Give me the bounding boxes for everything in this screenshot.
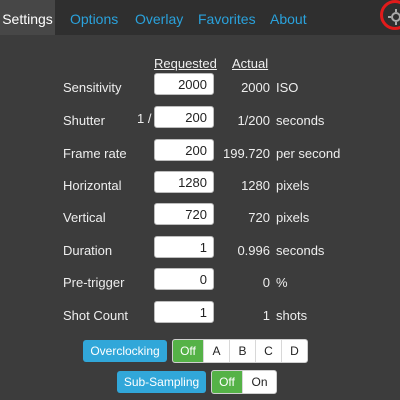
tab-overlay[interactable]: Overlay <box>135 0 183 35</box>
vertical-actual: 720 <box>248 210 270 225</box>
duration-actual: 0.996 <box>237 243 270 258</box>
vertical-label: Vertical <box>63 210 106 225</box>
shutter-actual: 1/200 <box>237 113 270 128</box>
tab-settings[interactable]: Settings <box>0 0 55 35</box>
shot-count-actual: 1 <box>262 308 270 323</box>
sensitivity-label: Sensitivity <box>63 80 122 95</box>
shutter-input[interactable]: 200 <box>154 106 214 128</box>
overclocking-option-off[interactable]: Off <box>173 340 203 362</box>
pre-trigger-actual: 0 <box>262 275 270 290</box>
highlight-circle <box>380 0 400 30</box>
shot-count-label: Shot Count <box>63 308 129 323</box>
shutter-label: Shutter <box>63 113 105 128</box>
shot-count-input[interactable]: 1 <box>154 301 214 323</box>
frame-rate-actual: 199.720 <box>223 146 270 161</box>
sensitivity-actual: 2000 <box>241 80 270 95</box>
sub-sampling-option-off[interactable]: Off <box>212 371 242 393</box>
duration-input[interactable]: 1 <box>154 236 214 258</box>
sensitivity-unit: ISO <box>276 80 299 95</box>
duration-unit: seconds <box>276 243 325 258</box>
pre-trigger-label: Pre-trigger <box>63 275 125 290</box>
tab-about[interactable]: About <box>270 0 307 35</box>
vertical-input[interactable]: 720 <box>154 203 214 225</box>
sub-sampling-toggle: Off On <box>211 370 277 394</box>
frame-rate-input[interactable]: 200 <box>154 139 214 161</box>
horizontal-label: Horizontal <box>63 178 122 193</box>
frame-rate-unit: per second <box>276 146 341 161</box>
sensitivity-input[interactable]: 2000 <box>154 73 214 95</box>
pre-trigger-unit: % <box>276 275 288 290</box>
shutter-prefix: 1 / <box>137 111 152 126</box>
column-header-actual: Actual <box>232 56 269 71</box>
horizontal-unit: pixels <box>276 178 310 193</box>
overclocking-button[interactable]: Overclocking <box>83 340 167 362</box>
tab-favorites[interactable]: Favorites <box>198 0 256 35</box>
frame-rate-label: Frame rate <box>63 146 127 161</box>
shot-count-unit: shots <box>276 308 308 323</box>
horizontal-input[interactable]: 1280 <box>154 171 214 193</box>
pre-trigger-input[interactable]: 0 <box>154 268 214 290</box>
overclocking-toggle: Off A B C D <box>172 339 308 363</box>
shutter-unit: seconds <box>276 113 325 128</box>
column-header-requested: Requested <box>154 56 217 71</box>
horizontal-actual: 1280 <box>241 178 270 193</box>
overclocking-option-b[interactable]: B <box>229 340 255 362</box>
vertical-unit: pixels <box>276 210 310 225</box>
tab-bar: Settings Options Overlay Favorites About <box>0 0 400 35</box>
sub-sampling-option-on[interactable]: On <box>242 371 276 393</box>
duration-label: Duration <box>63 243 113 258</box>
overclocking-option-d[interactable]: D <box>281 340 307 362</box>
sub-sampling-button[interactable]: Sub-Sampling <box>117 371 206 393</box>
overclocking-option-c[interactable]: C <box>255 340 281 362</box>
overclocking-option-a[interactable]: A <box>203 340 229 362</box>
tab-options[interactable]: Options <box>70 0 118 35</box>
